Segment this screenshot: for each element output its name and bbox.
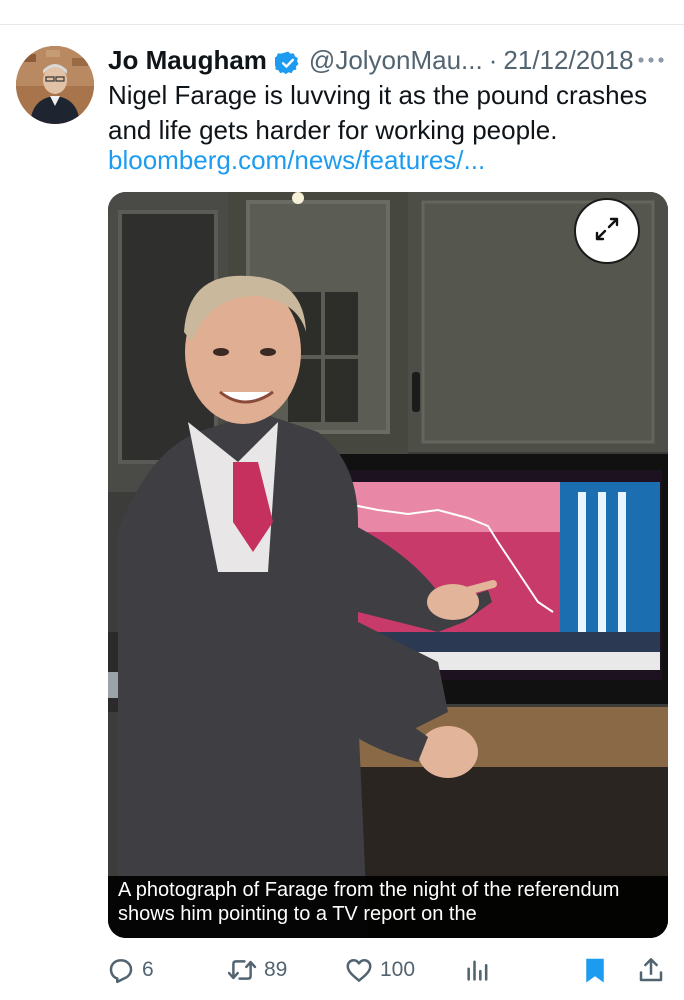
author-display-name[interactable]: Jo Maugham xyxy=(108,40,267,80)
reply-count: 6 xyxy=(142,958,154,981)
media-photo xyxy=(108,192,668,938)
repost-count: 89 xyxy=(264,958,288,981)
reply-icon xyxy=(106,955,136,985)
heart-icon xyxy=(344,955,374,985)
views-button[interactable] xyxy=(464,950,492,990)
share-icon xyxy=(636,955,666,985)
author-handle[interactable]: @JolyonMau... xyxy=(309,40,483,80)
media-caption: A photograph of Farage from the night of… xyxy=(108,876,668,938)
bookmark-button[interactable] xyxy=(580,950,610,990)
expand-icon xyxy=(592,214,622,249)
like-count: 100 xyxy=(380,958,416,981)
media-caption-text: A photograph of Farage from the night of… xyxy=(118,879,620,925)
share-button[interactable] xyxy=(636,950,666,990)
top-divider xyxy=(0,24,684,25)
avatar-photo xyxy=(16,46,94,124)
bookmark-filled-icon xyxy=(580,954,610,986)
more-options-icon[interactable] xyxy=(634,40,668,80)
repost-button[interactable]: 89 xyxy=(226,950,287,990)
verified-badge-icon xyxy=(273,47,301,75)
expand-media-button[interactable] xyxy=(574,198,640,264)
author-avatar[interactable] xyxy=(16,46,94,124)
tweet-link[interactable]: bloomberg.com/news/features/... xyxy=(108,143,485,178)
tweet-media[interactable]: A photograph of Farage from the night of… xyxy=(108,192,668,938)
tweet-text: Nigel Farage is luvving it as the pound … xyxy=(108,80,648,145)
tweet-header: Jo Maugham @JolyonMau... · 21/12/2018 xyxy=(108,40,668,80)
header-separator: · xyxy=(488,45,498,75)
repost-icon xyxy=(226,955,258,985)
reply-button[interactable]: 6 xyxy=(106,950,154,990)
like-button[interactable]: 100 xyxy=(344,950,415,990)
views-chart-icon xyxy=(464,955,492,985)
tweet-date[interactable]: 21/12/2018 xyxy=(503,40,633,80)
tweet-actions: 6 89 100 xyxy=(106,950,672,990)
